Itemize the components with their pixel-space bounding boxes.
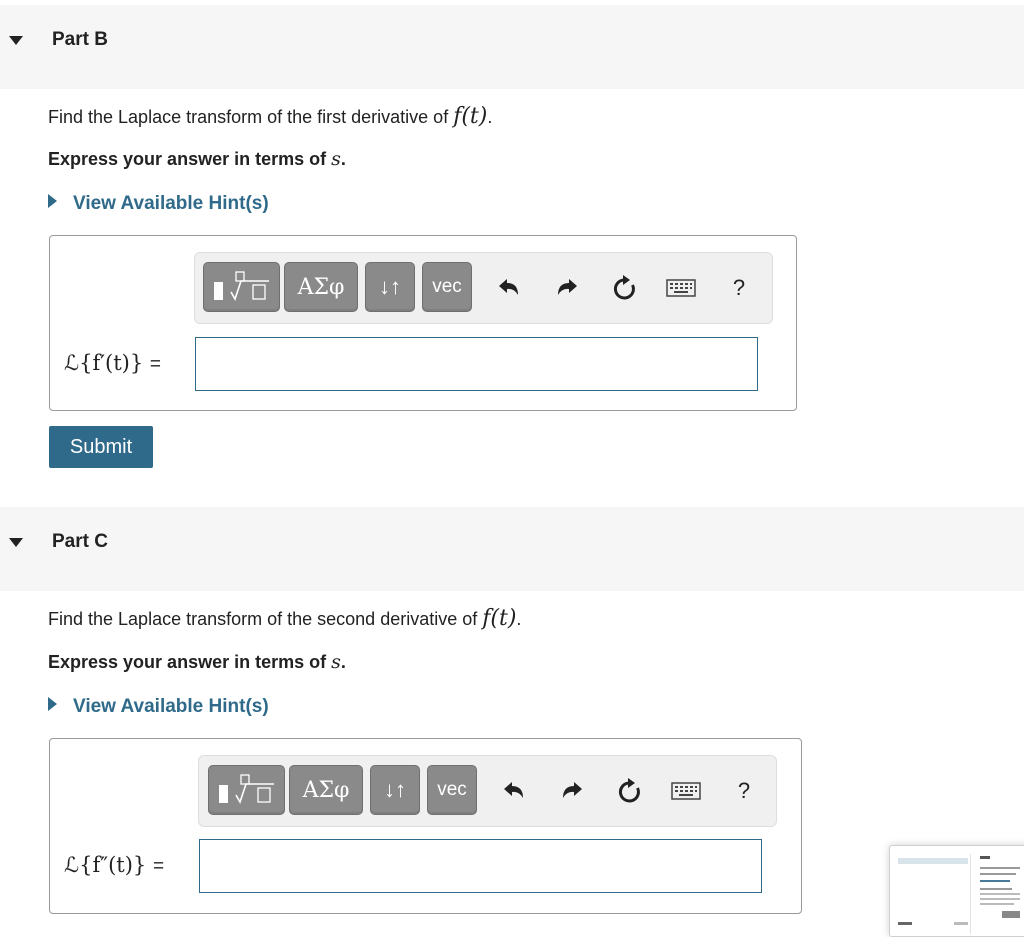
keyboard-icon[interactable]: [669, 774, 703, 808]
part-c-title: Part C: [52, 531, 108, 552]
part-c-question: Find the Laplace transform of the second…: [48, 606, 522, 631]
part-b-equation-label: ℒ{f′(t)} =: [64, 351, 162, 375]
caret-right-icon: [48, 697, 57, 711]
help-button[interactable]: ?: [727, 774, 761, 808]
part-c-express: Express your answer in terms of s.: [48, 651, 346, 673]
part-b-answer-input[interactable]: [195, 337, 758, 391]
templates-icon: [213, 271, 269, 301]
templates-button[interactable]: [203, 262, 280, 312]
part-c-hint-link[interactable]: View Available Hint(s): [48, 696, 269, 718]
greek-symbols-button[interactable]: ΑΣφ: [284, 262, 358, 312]
part-c-equation-label: ℒ{f″(t)} =: [64, 853, 165, 877]
question-math: f(t): [482, 606, 517, 631]
greek-symbols-button[interactable]: ΑΣφ: [289, 765, 363, 815]
question-math: f(t): [453, 104, 488, 129]
help-button[interactable]: ?: [722, 271, 756, 305]
part-b-hint-link[interactable]: View Available Hint(s): [48, 193, 269, 215]
subscript-superscript-button[interactable]: ↓↑: [370, 765, 420, 815]
part-c-header[interactable]: Part C: [0, 507, 1024, 591]
keyboard-icon[interactable]: [664, 271, 698, 305]
undo-icon[interactable]: [492, 271, 526, 305]
part-c-answer-box: ΑΣφ ↓↑ vec ? ℒ{f″(t)} =: [49, 738, 802, 914]
vector-button[interactable]: vec: [427, 765, 477, 815]
math-toolbar: ΑΣφ ↓↑ vec ?: [194, 252, 773, 324]
reset-icon[interactable]: [612, 774, 646, 808]
part-b-question: Find the Laplace transform of the first …: [48, 104, 493, 129]
undo-icon[interactable]: [497, 774, 531, 808]
part-b-express: Express your answer in terms of s.: [48, 148, 346, 170]
part-c-answer-input[interactable]: [199, 839, 762, 893]
part-b-title: Part B: [52, 29, 108, 50]
templates-icon: [218, 774, 274, 804]
redo-icon[interactable]: [555, 774, 589, 808]
part-b-answer-box: ΑΣφ ↓↑ vec ? ℒ{f′(t)} =: [49, 235, 797, 411]
thumbnail-panel-left: [896, 854, 971, 934]
caret-down-icon[interactable]: [9, 538, 23, 547]
caret-right-icon: [48, 194, 57, 208]
math-toolbar: ΑΣφ ↓↑ vec ?: [198, 755, 777, 827]
thumbnail-panel-right: [980, 856, 1024, 934]
templates-button[interactable]: [208, 765, 285, 815]
part-b-header[interactable]: Part B: [0, 5, 1024, 89]
redo-icon[interactable]: [550, 271, 584, 305]
vector-button[interactable]: vec: [422, 262, 472, 312]
subscript-superscript-button[interactable]: ↓↑: [365, 262, 415, 312]
reset-icon[interactable]: [607, 271, 641, 305]
figure-thumbnail[interactable]: [889, 845, 1024, 937]
caret-down-icon[interactable]: [9, 36, 23, 45]
submit-button[interactable]: Submit: [49, 426, 153, 468]
